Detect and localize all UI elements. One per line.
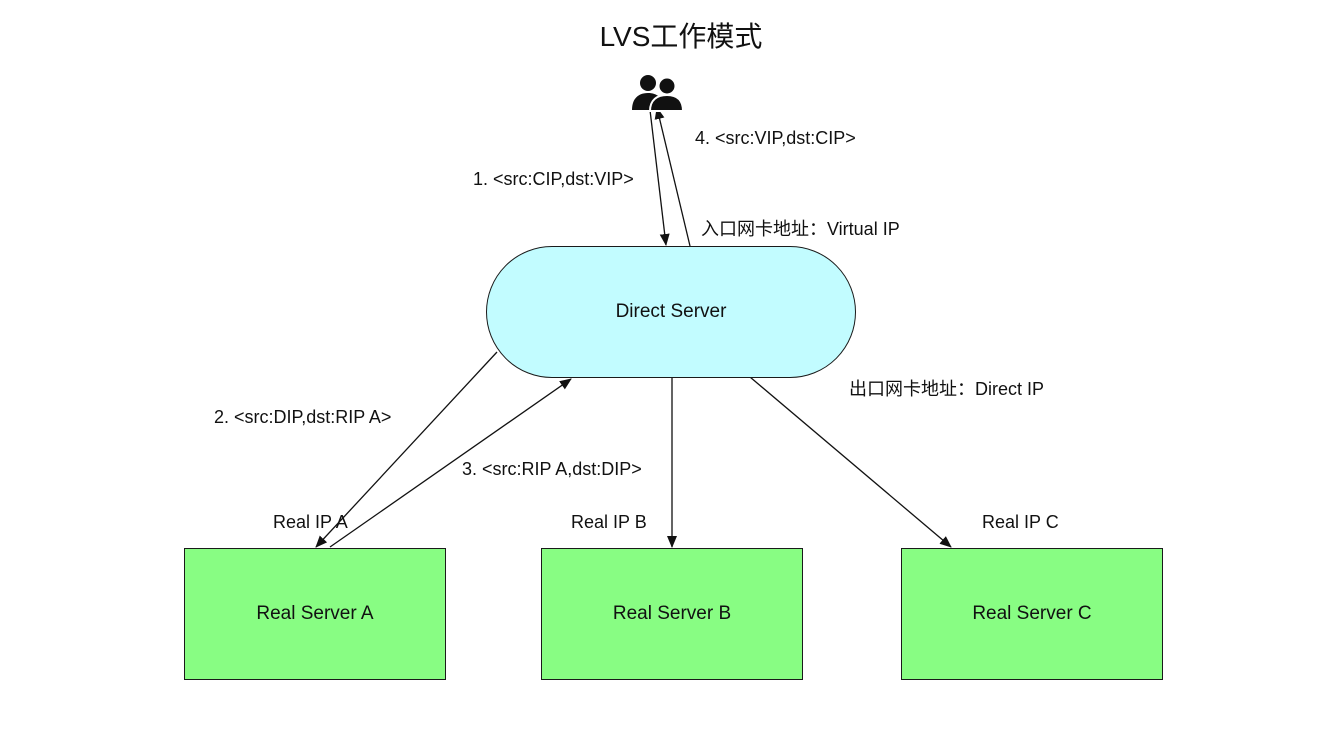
users-icon [632,75,684,112]
step2-label: 2. <src:DIP,dst:RIP A> [214,407,392,427]
step1-label: 1. <src:CIP,dst:VIP> [473,169,634,189]
ingress-address-label: 入口网卡地址：Virtual IP [701,219,900,239]
real-server-c-node: Real Server C [901,548,1163,680]
real-server-c-label: Real Server C [972,603,1092,624]
real-server-b-label: Real Server B [612,603,732,624]
egress-address-label: 出口网卡地址：Direct IP [849,379,1045,399]
real-ip-b-label: Real IP B [571,512,647,532]
real-server-a-label: Real Server A [256,603,374,624]
real-server-a-node: Real Server A [184,548,446,680]
real-ip-a-label: Real IP A [273,512,348,532]
direct-server-node: Direct Server [486,246,856,378]
real-ip-c-label: Real IP C [982,512,1059,532]
step3-label: 3. <src:RIP A,dst:DIP> [462,459,642,479]
direct-server-label: Direct Server [615,301,727,322]
arrow-director-to-rs-c [749,376,952,548]
diagram-title: LVS工作模式 [599,21,763,52]
arrow-step4-to-client [654,107,691,247]
step4-label: 4. <src:VIP,dst:CIP> [695,128,856,148]
real-server-b-node: Real Server B [541,548,803,680]
arrow-step1-client-to-director [649,109,670,246]
